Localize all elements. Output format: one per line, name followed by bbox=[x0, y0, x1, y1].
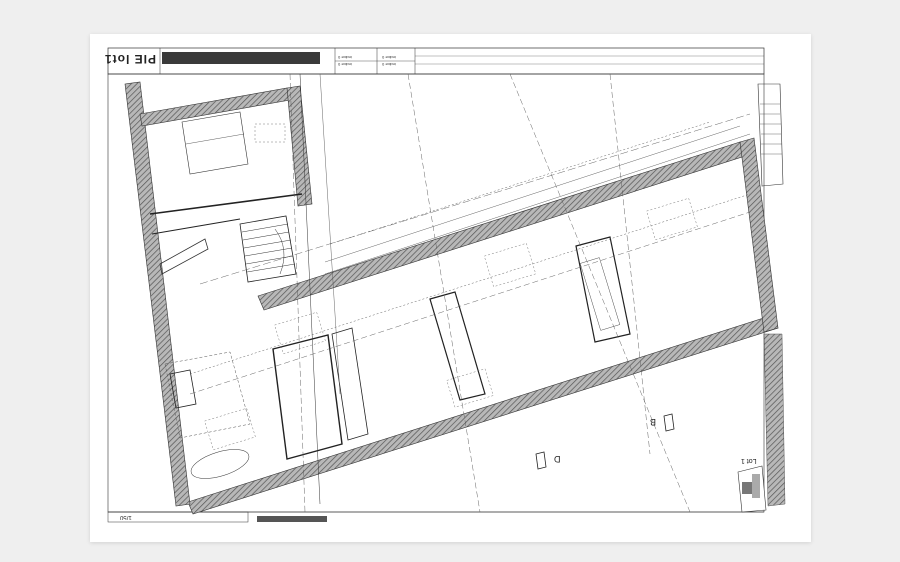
title-band bbox=[162, 52, 320, 64]
scale-label: 1/50 bbox=[120, 514, 132, 520]
revision-cell: indice 0 bbox=[382, 62, 396, 67]
bedroom-fixtures bbox=[181, 111, 286, 175]
revision-cell: indice 0 bbox=[338, 62, 352, 67]
drawing-frame bbox=[107, 73, 765, 513]
revision-cell: indice 0 bbox=[338, 55, 352, 60]
revision-cell: indice 0 bbox=[382, 55, 396, 60]
section-label-d: D bbox=[554, 454, 561, 464]
main-building-walls bbox=[124, 81, 779, 515]
footer-band bbox=[257, 516, 327, 522]
key-plan bbox=[737, 465, 767, 513]
stair bbox=[239, 215, 297, 283]
section-label-b: B bbox=[650, 417, 657, 427]
drawing-sheet: PIE lot1 indice 0 indice 0 indice 0 indi… bbox=[90, 34, 811, 542]
key-plan-label: Lot 1 bbox=[741, 457, 757, 464]
floor-plan-drawing bbox=[107, 47, 786, 523]
sheet-title: PIE lot1 bbox=[103, 52, 156, 66]
